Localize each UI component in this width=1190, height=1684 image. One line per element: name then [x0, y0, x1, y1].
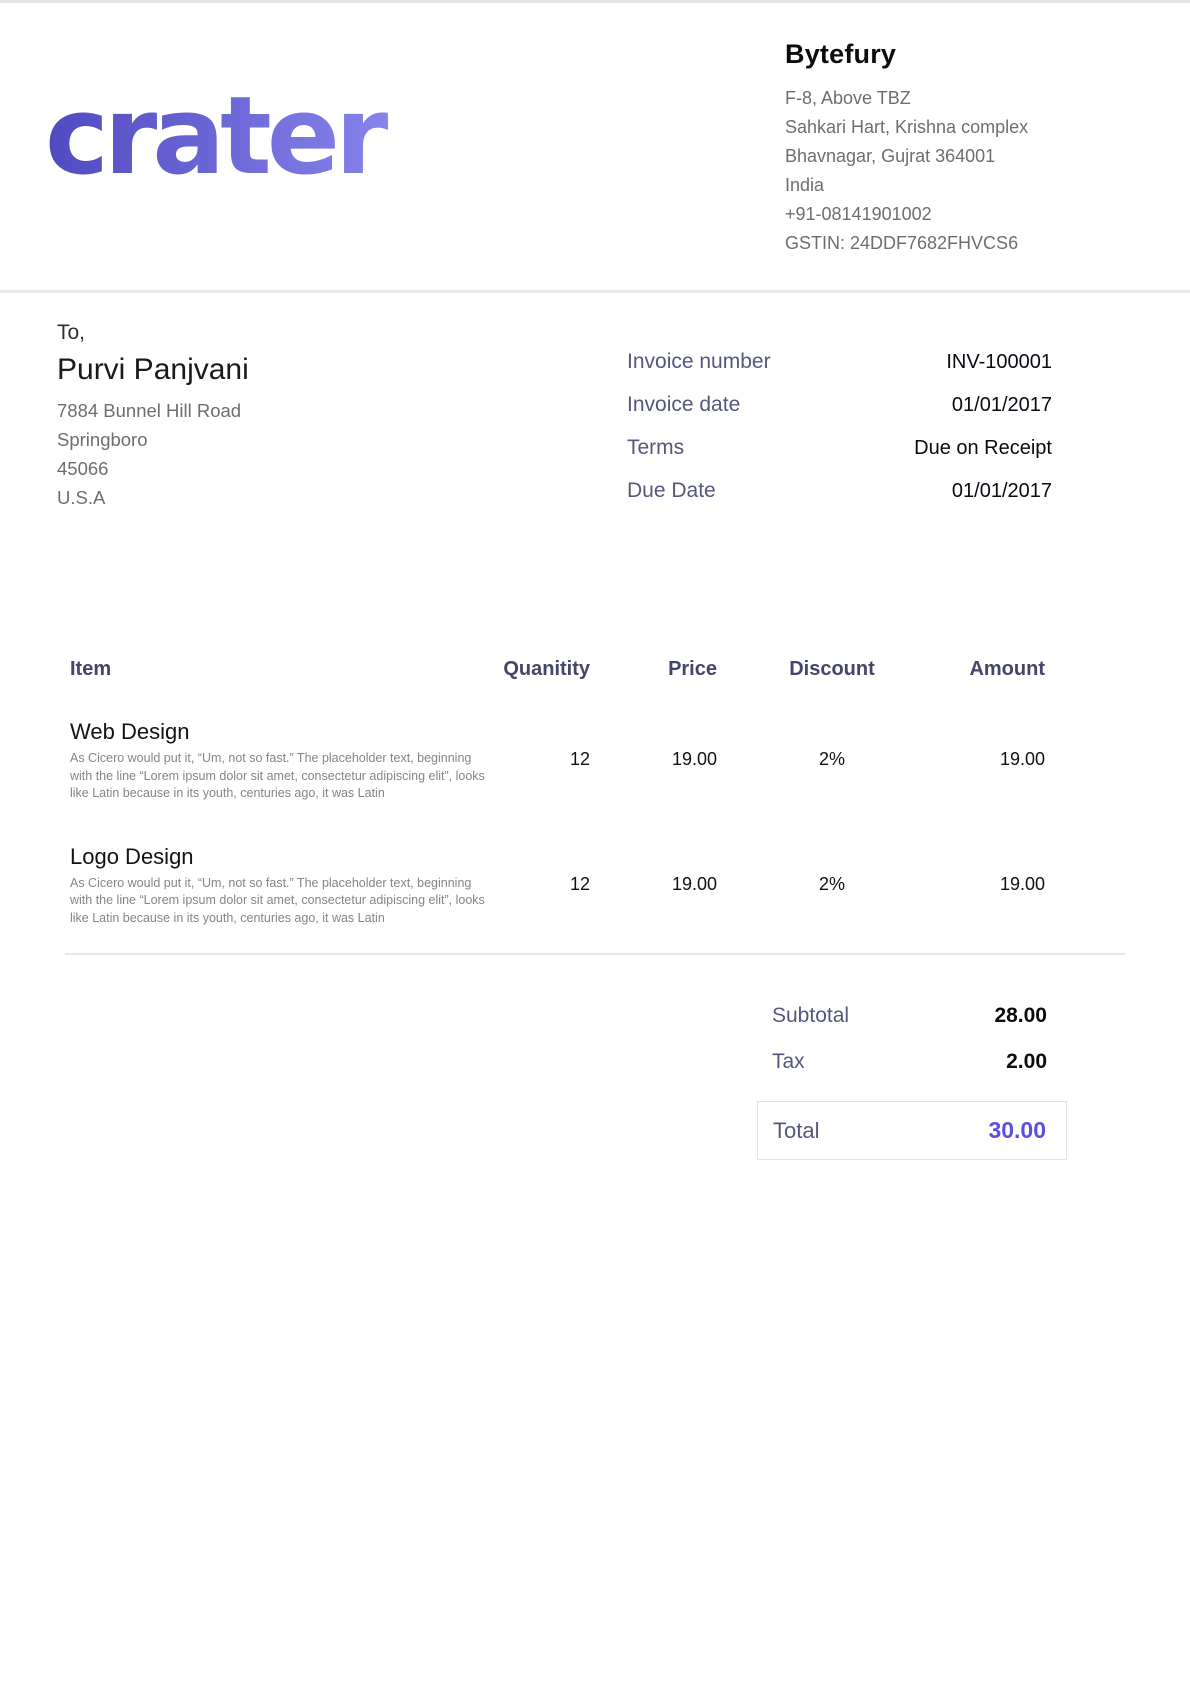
table-row: Logo Design As Cicero would put it, “Um,…	[65, 843, 1125, 928]
item-amount: 19.00	[947, 843, 1045, 893]
item-cell: Web Design As Cicero would put it, “Um, …	[70, 718, 490, 803]
due-date-value: 01/01/2017	[952, 476, 1052, 506]
company-gstin: GSTIN: 24DDF7682FHVCS6	[785, 229, 1145, 258]
invoice-number-label: Invoice number	[627, 347, 771, 377]
item-cell: Logo Design As Cicero would put it, “Um,…	[70, 843, 490, 928]
invoice-date-row: Invoice date 01/01/2017	[627, 390, 1052, 420]
items-table: Item Quanitity Price Discount Amount Web…	[65, 656, 1125, 955]
item-price: 19.00	[590, 843, 717, 893]
invoice-page: crater Bytefury F-8, Above TBZ Sahkari H…	[0, 0, 1190, 1684]
item-description: As Cicero would put it, “Um, not so fast…	[70, 750, 490, 803]
invoice-date-label: Invoice date	[627, 390, 740, 420]
billing-section: To, Purvi Panjvani 7884 Bunnel Hill Road…	[0, 293, 1190, 512]
tax-row: Tax 2.00	[757, 1047, 1067, 1077]
subtotal-label: Subtotal	[772, 1001, 849, 1031]
item-quantity: 12	[490, 718, 590, 768]
invoice-header: crater Bytefury F-8, Above TBZ Sahkari H…	[0, 3, 1190, 293]
due-date-row: Due Date 01/01/2017	[627, 476, 1052, 506]
terms-row: Terms Due on Receipt	[627, 433, 1052, 463]
table-row: Web Design As Cicero would put it, “Um, …	[65, 718, 1125, 803]
crater-logo-text: crater	[45, 74, 388, 199]
invoice-meta: Invoice number INV-100001 Invoice date 0…	[627, 347, 1052, 519]
total-value: 30.00	[988, 1117, 1046, 1144]
terms-label: Terms	[627, 433, 684, 463]
subtotal-value: 28.00	[994, 1001, 1047, 1031]
terms-value: Due on Receipt	[914, 433, 1052, 463]
company-address-line: F-8, Above TBZ	[785, 84, 1145, 113]
item-price: 19.00	[590, 718, 717, 768]
item-discount: 2%	[717, 718, 947, 768]
column-header-discount: Discount	[717, 656, 947, 682]
item-name: Web Design	[70, 718, 490, 746]
tax-label: Tax	[772, 1047, 805, 1077]
totals-section: Subtotal 28.00 Tax 2.00 Total 30.00	[757, 1001, 1067, 1160]
company-address-line: Sahkari Hart, Krishna complex	[785, 113, 1145, 142]
invoice-date-value: 01/01/2017	[952, 390, 1052, 420]
crater-logo: crater	[45, 71, 505, 206]
total-box: Total 30.00	[757, 1101, 1067, 1160]
table-divider	[65, 953, 1125, 955]
item-discount: 2%	[717, 843, 947, 893]
total-label: Total	[773, 1118, 819, 1144]
item-description: As Cicero would put it, “Um, not so fast…	[70, 875, 490, 928]
items-table-header: Item Quanitity Price Discount Amount	[65, 656, 1125, 682]
item-amount: 19.00	[947, 718, 1045, 768]
bill-to-label: To,	[57, 320, 1133, 346]
due-date-label: Due Date	[627, 476, 716, 506]
column-header-amount: Amount	[947, 656, 1045, 682]
item-quantity: 12	[490, 843, 590, 893]
company-phone: +91-08141901002	[785, 200, 1145, 229]
company-name: Bytefury	[785, 39, 1145, 70]
company-address-line: India	[785, 171, 1145, 200]
company-address: F-8, Above TBZ Sahkari Hart, Krishna com…	[785, 84, 1145, 258]
column-header-quantity: Quanitity	[490, 656, 590, 682]
column-header-item: Item	[70, 656, 490, 682]
crater-logo-image: crater	[45, 71, 505, 201]
company-address-line: Bhavnagar, Gujrat 364001	[785, 142, 1145, 171]
subtotal-row: Subtotal 28.00	[757, 1001, 1067, 1031]
column-header-price: Price	[590, 656, 717, 682]
tax-value: 2.00	[1006, 1047, 1047, 1077]
company-block: Bytefury F-8, Above TBZ Sahkari Hart, Kr…	[785, 39, 1145, 258]
item-name: Logo Design	[70, 843, 490, 871]
invoice-number-row: Invoice number INV-100001	[627, 347, 1052, 377]
invoice-number-value: INV-100001	[946, 347, 1052, 377]
